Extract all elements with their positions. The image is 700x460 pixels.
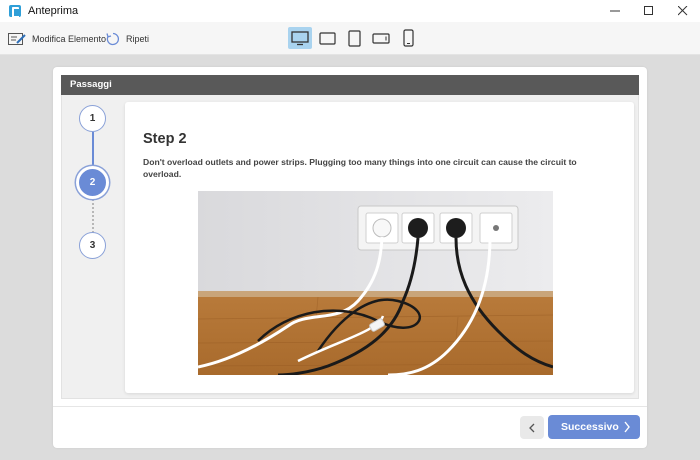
next-button-label: Successivo: [561, 421, 619, 433]
previous-button[interactable]: [520, 416, 544, 439]
tablet-portrait-icon: [347, 29, 361, 47]
title-bar: Anteprima: [0, 0, 700, 22]
toolbar: Modifica Elemento Ripeti: [0, 22, 700, 55]
device-phone-portrait-button[interactable]: [396, 27, 420, 49]
step-card: Step 2 Don't overload outlets and power …: [125, 102, 634, 393]
device-desktop-button[interactable]: [288, 27, 312, 49]
step-indicator-3[interactable]: 3: [79, 232, 106, 259]
device-phone-landscape-button[interactable]: [369, 27, 393, 49]
edit-icon: [8, 33, 26, 45]
step-description: Don't overload outlets and power strips.…: [143, 157, 577, 179]
tablet-landscape-icon: [318, 31, 336, 45]
close-icon: [678, 6, 688, 16]
phone-landscape-icon: [372, 32, 390, 44]
chevron-left-icon: [529, 423, 535, 432]
desktop-icon: [291, 30, 309, 45]
progress-line-pending: [92, 196, 94, 236]
device-tablet-portrait-button[interactable]: [342, 27, 366, 49]
close-button[interactable]: [666, 0, 700, 22]
maximize-icon: [644, 6, 653, 15]
phone-portrait-icon: [402, 29, 414, 47]
step-indicator-2[interactable]: 2: [79, 169, 106, 196]
panel-header: Passaggi: [61, 75, 639, 95]
steps-panel: Passaggi 1 2 3 Step 2 Don't overload out…: [53, 67, 647, 448]
step-indicator-1[interactable]: 1: [79, 105, 106, 132]
device-selector: [288, 27, 420, 49]
device-tablet-landscape-button[interactable]: [315, 27, 339, 49]
window-title: Anteprima: [28, 5, 79, 17]
steps-stage: 1 2 3 Step 2 Don't overload outlets and …: [61, 95, 639, 399]
minimize-icon: [610, 10, 620, 12]
redo-label: Ripeti: [126, 34, 150, 44]
step-image: [198, 191, 553, 375]
edit-element-button[interactable]: Modifica Elemento: [8, 29, 106, 49]
chevron-right-icon: [624, 421, 630, 433]
maximize-button[interactable]: [632, 0, 666, 22]
next-button[interactable]: Successivo: [548, 415, 640, 439]
redo-icon: [106, 32, 119, 46]
app-icon: [9, 5, 21, 18]
step-title: Step 2: [143, 131, 187, 147]
minimize-button[interactable]: [598, 0, 632, 22]
edit-element-label: Modifica Elemento: [32, 34, 107, 44]
footer-divider: [53, 406, 647, 407]
redo-button[interactable]: Ripeti: [106, 29, 149, 49]
